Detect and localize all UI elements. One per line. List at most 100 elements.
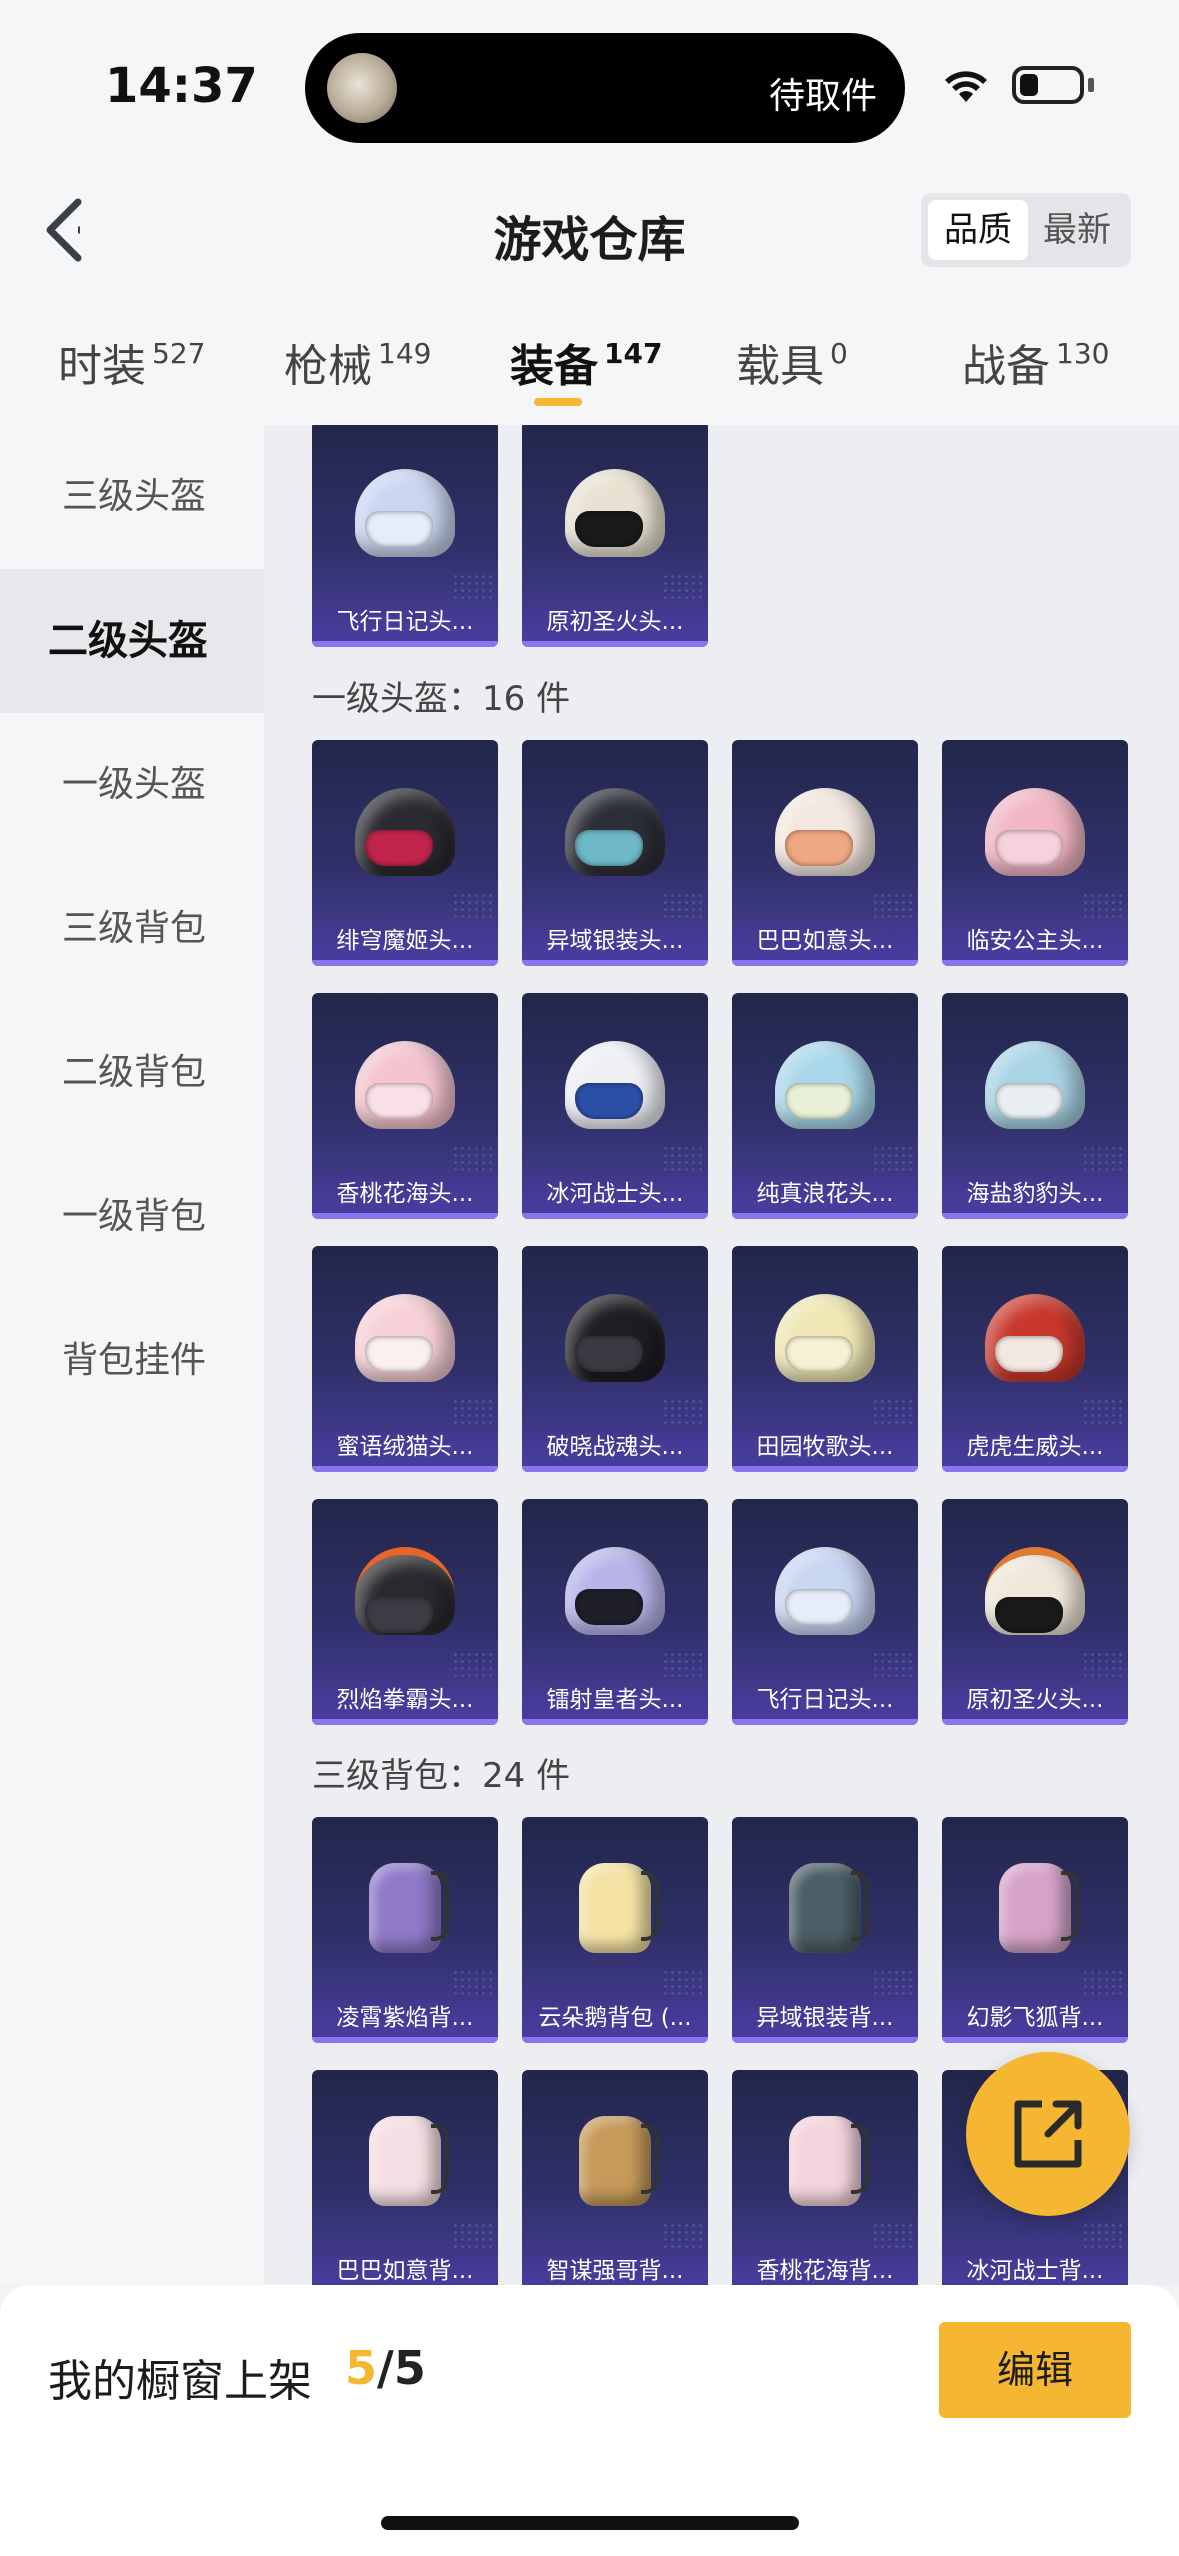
item-card[interactable]: 香桃花海头... <box>312 993 498 1219</box>
item-name: 原初圣火头... <box>522 603 708 641</box>
sort-by-quality[interactable]: 品质 <box>928 200 1028 260</box>
section-title-level1-helmet: 一级头盔：16 件 <box>312 679 571 719</box>
tab-label: 时装 <box>58 341 146 392</box>
sidebar-item-level3-helmet[interactable]: 三级头盔 <box>0 425 264 569</box>
sidebar-item-backpack-charm[interactable]: 背包挂件 <box>0 1289 264 1433</box>
card-pattern <box>452 892 492 922</box>
item-card[interactable]: 飞行日记头... <box>312 425 498 647</box>
card-pattern <box>872 1398 912 1428</box>
item-name: 凌霄紫焰背... <box>312 1999 498 2037</box>
item-card[interactable]: 镭射皇者头... <box>522 1499 708 1725</box>
card-pattern <box>1082 2222 1122 2252</box>
backpack-icon <box>985 1857 1085 1957</box>
item-card[interactable]: 云朵鹅背包 (... <box>522 1817 708 2043</box>
tab-count: 149 <box>378 337 432 370</box>
item-name: 异域银装头... <box>522 922 708 960</box>
home-indicator[interactable] <box>381 2516 799 2530</box>
card-pattern <box>1082 892 1122 922</box>
item-card[interactable]: 虎虎生威头... <box>942 1246 1128 1472</box>
helmet-icon <box>355 1033 455 1133</box>
card-pattern <box>662 1398 702 1428</box>
island-thumbnail <box>327 53 397 123</box>
item-card[interactable]: 临安公主头... <box>942 740 1128 966</box>
item-card[interactable]: 巴巴如意头... <box>732 740 918 966</box>
item-card[interactable]: 原初圣火头... <box>942 1499 1128 1725</box>
item-name: 飞行日记头... <box>312 603 498 641</box>
item-name: 田园牧歌头... <box>732 1428 918 1466</box>
tab-supplies[interactable]: 战备 130 <box>962 330 1109 410</box>
card-pattern <box>872 1145 912 1175</box>
active-tab-indicator <box>534 398 582 406</box>
item-card[interactable]: 蜜语绒猫头... <box>312 1246 498 1472</box>
item-name: 异域银装背... <box>732 1999 918 2037</box>
item-name: 蜜语绒猫头... <box>312 1428 498 1466</box>
item-card[interactable]: 智谋强哥背... <box>522 2070 708 2285</box>
card-pattern <box>872 1651 912 1681</box>
tab-count: 0 <box>830 337 848 370</box>
helmet-icon <box>985 1539 1085 1639</box>
showcase-count: 5/5 <box>345 2341 426 2395</box>
sort-by-newest[interactable]: 最新 <box>1027 200 1127 260</box>
item-name: 虎虎生威头... <box>942 1428 1128 1466</box>
card-pattern <box>872 1969 912 1999</box>
tab-weapons[interactable]: 枪械 149 <box>284 330 431 410</box>
sidebar: 三级头盔 二级头盔 一级头盔 三级背包 二级背包 一级背包 背包挂件 <box>0 425 264 2285</box>
tab-equipment[interactable]: 装备 147 <box>510 330 662 410</box>
item-name: 巴巴如意背... <box>312 2252 498 2285</box>
item-card[interactable]: 绯穹魔姬头... <box>312 740 498 966</box>
item-card[interactable]: 纯真浪花头... <box>732 993 918 1219</box>
sidebar-item-level2-helmet[interactable]: 二级头盔 <box>0 569 264 713</box>
item-name: 香桃花海背... <box>732 2252 918 2285</box>
backpack-icon <box>775 2110 875 2210</box>
tab-count: 130 <box>1056 337 1110 370</box>
sidebar-item-level2-backpack[interactable]: 二级背包 <box>0 1001 264 1145</box>
card-pattern <box>452 1398 492 1428</box>
item-name: 飞行日记头... <box>732 1681 918 1719</box>
card-pattern <box>452 1145 492 1175</box>
backpack-icon <box>565 1857 665 1957</box>
item-card[interactable]: 原初圣火头... <box>522 425 708 647</box>
item-card[interactable]: 巴巴如意背... <box>312 2070 498 2285</box>
edit-button[interactable]: 编辑 <box>939 2322 1131 2418</box>
item-card[interactable]: 飞行日记头... <box>732 1499 918 1725</box>
item-card[interactable]: 香桃花海背... <box>732 2070 918 2285</box>
backpack-icon <box>355 1857 455 1957</box>
item-name: 幻影飞狐背... <box>942 1999 1128 2037</box>
item-card[interactable]: 田园牧歌头... <box>732 1246 918 1472</box>
item-name: 纯真浪花头... <box>732 1175 918 1213</box>
card-pattern <box>662 892 702 922</box>
item-card[interactable]: 海盐豹豹头... <box>942 993 1128 1219</box>
tab-vehicles[interactable]: 载具 0 <box>736 330 848 410</box>
sort-toggle[interactable]: 品质 最新 <box>921 193 1131 267</box>
item-card[interactable]: 冰河战士头... <box>522 993 708 1219</box>
dynamic-island[interactable]: 待取件 <box>305 33 905 143</box>
tab-label: 枪械 <box>284 341 372 392</box>
item-card[interactable]: 凌霄紫焰背... <box>312 1817 498 2043</box>
section-title-level3-backpack: 三级背包：24 件 <box>312 1756 571 1796</box>
item-card[interactable]: 烈焰拳霸头... <box>312 1499 498 1725</box>
item-grid: 飞行日记头... 原初圣火头... 一级头盔：16 件 绯穹魔姬头... 异域银… <box>264 425 1179 2285</box>
helmet-icon <box>355 780 455 880</box>
item-card[interactable]: 异域银装头... <box>522 740 708 966</box>
card-pattern <box>1082 1651 1122 1681</box>
wifi-icon <box>945 71 987 102</box>
item-card[interactable]: 幻影飞狐背... <box>942 1817 1128 2043</box>
item-card[interactable]: 异域银装背... <box>732 1817 918 2043</box>
card-pattern <box>452 2222 492 2252</box>
item-name: 香桃花海头... <box>312 1175 498 1213</box>
sidebar-item-level1-helmet[interactable]: 一级头盔 <box>0 713 264 857</box>
item-card[interactable]: 破晓战魂头... <box>522 1246 708 1472</box>
helmet-icon <box>565 1033 665 1133</box>
tab-fashion[interactable]: 时装 527 <box>58 330 205 410</box>
tab-count: 147 <box>604 337 663 370</box>
helmet-icon <box>355 1286 455 1386</box>
item-name: 海盐豹豹头... <box>942 1175 1128 1213</box>
item-name: 智谋强哥背... <box>522 2252 708 2285</box>
card-pattern <box>452 1651 492 1681</box>
helmet-icon <box>985 780 1085 880</box>
card-pattern <box>662 1969 702 1999</box>
sidebar-item-level3-backpack[interactable]: 三级背包 <box>0 857 264 1001</box>
share-button[interactable] <box>966 2052 1130 2216</box>
card-pattern <box>872 2222 912 2252</box>
sidebar-item-level1-backpack[interactable]: 一级背包 <box>0 1145 264 1289</box>
